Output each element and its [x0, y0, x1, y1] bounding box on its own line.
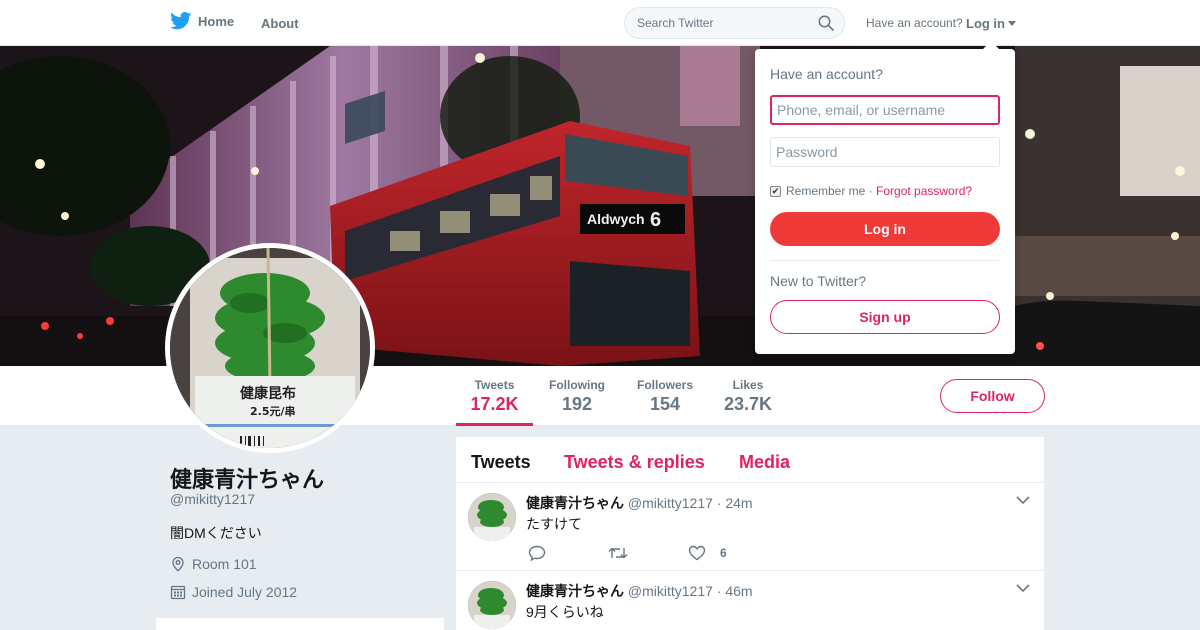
tweet-author-name[interactable]: 健康青汁ちゃん — [526, 495, 624, 511]
reply-icon — [528, 545, 546, 561]
tweet-item[interactable]: 健康青汁ちゃん @mikitty1217 · 46m 9月くらいね — [456, 571, 1044, 630]
signup-button[interactable]: Sign up — [770, 300, 1000, 334]
profile-avatar[interactable]: 健康昆布 2.5元/串 — [165, 243, 375, 453]
login-dropdown-toggle[interactable]: Log in — [966, 16, 1016, 31]
profile-display-name[interactable]: 健康青汁ちゃん — [170, 462, 324, 494]
nav-home-label: Home — [198, 13, 235, 29]
top-navigation-bar: Home About Have an account? Log in — [0, 0, 1200, 46]
stat-followers[interactable]: Followers 154 — [633, 378, 697, 415]
twitter-bird-icon — [170, 12, 192, 30]
tweet-actions: 6 — [528, 545, 768, 561]
avatar-price-label: 2.5元/串 — [250, 404, 296, 418]
avatar-product-label: 健康昆布 — [240, 385, 296, 402]
sidebar-card — [156, 618, 444, 630]
tweet-timeline: Tweets Tweets & replies Media 健康青汁ちゃん @m… — [456, 437, 1044, 630]
tweet-avatar-photo — [468, 581, 516, 629]
tweet-timestamp[interactable]: · 24m — [717, 495, 753, 511]
tweet-author-handle[interactable]: @mikitty1217 — [628, 583, 713, 599]
stat-value: 23.7K — [723, 394, 773, 414]
remember-me-checkbox[interactable]: ✔ — [770, 185, 781, 197]
have-account-text: Have an account? — [866, 16, 963, 30]
reply-button[interactable] — [528, 545, 608, 561]
profile-location-text: Room 101 — [192, 556, 257, 572]
like-button[interactable]: 6 — [688, 545, 768, 561]
stat-value: 154 — [649, 394, 681, 414]
search-box — [624, 7, 845, 39]
separator-dot: · — [865, 184, 877, 198]
like-count: 6 — [720, 546, 727, 560]
tweet-header: 健康青汁ちゃん @mikitty1217 · 24m — [526, 493, 753, 513]
retweet-icon — [608, 547, 628, 559]
dropdown-title: Have an account? — [770, 66, 883, 82]
username-field[interactable] — [770, 95, 1000, 125]
tweet-header: 健康青汁ちゃん @mikitty1217 · 46m — [526, 581, 753, 601]
tweet-author-name[interactable]: 健康青汁ちゃん — [526, 583, 624, 599]
stat-label: Following — [549, 378, 605, 392]
tweet-avatar-photo — [468, 493, 516, 541]
profile-bio: 闇DMください — [170, 525, 262, 541]
tweet-avatar[interactable] — [468, 581, 516, 629]
heart-icon — [688, 545, 706, 561]
follow-button[interactable]: Follow — [940, 379, 1045, 413]
location-pin-icon — [172, 556, 184, 572]
search-input[interactable] — [637, 16, 807, 30]
calendar-icon — [170, 585, 186, 600]
profile-joined-text: Joined July 2012 — [192, 584, 298, 600]
dropdown-divider — [770, 260, 1000, 261]
tab-media[interactable]: Media — [739, 452, 790, 473]
stat-label: Followers — [636, 378, 693, 392]
login-link-label: Log in — [966, 16, 1005, 31]
search-icon[interactable] — [818, 15, 834, 31]
login-button[interactable]: Log in — [770, 212, 1000, 246]
tweet-text: 9月くらいね — [526, 604, 604, 620]
bus-route-number: 6 — [650, 209, 661, 231]
login-dropdown: Have an account? ✔ Remember me · Forgot … — [755, 41, 1015, 354]
nav-about-link[interactable]: About — [261, 16, 299, 31]
retweet-button[interactable] — [608, 546, 688, 560]
remember-me-row: ✔ Remember me · Forgot password? — [770, 184, 972, 198]
tab-tweets[interactable]: Tweets — [471, 452, 531, 473]
stat-likes[interactable]: Likes 23.7K — [722, 378, 774, 415]
password-field[interactable] — [770, 137, 1000, 167]
timeline-tabs: Tweets Tweets & replies Media — [456, 437, 1044, 483]
chevron-down-icon[interactable] — [1016, 583, 1030, 593]
tweet-author-handle[interactable]: @mikitty1217 — [628, 495, 713, 511]
chevron-down-icon[interactable] — [1016, 495, 1030, 505]
caret-down-icon — [1008, 21, 1016, 26]
bus-destination-sign: Aldwych — [587, 211, 645, 227]
tab-tweets-and-replies[interactable]: Tweets & replies — [564, 452, 705, 473]
tweet-text: たすけて — [526, 516, 582, 532]
avatar-photo: 健康昆布 2.5元/串 — [170, 248, 370, 448]
tweet-avatar[interactable] — [468, 493, 516, 541]
tweet-item[interactable]: 健康青汁ちゃん @mikitty1217 · 24m たすけて 6 — [456, 483, 1044, 571]
profile-location: Room 101 — [170, 556, 257, 572]
stat-label: Likes — [732, 378, 764, 392]
stat-value: 192 — [561, 394, 593, 414]
stat-label: Tweets — [474, 378, 515, 392]
profile-joined-date: Joined July 2012 — [170, 584, 297, 600]
nav-home-link[interactable]: Home — [170, 12, 234, 30]
stat-following[interactable]: Following 192 — [546, 378, 608, 415]
remember-me-label[interactable]: Remember me — [786, 184, 865, 198]
new-to-twitter-text: New to Twitter? — [770, 273, 867, 289]
forgot-password-link[interactable]: Forgot password? — [876, 184, 972, 198]
stat-value: 17.2K — [470, 394, 519, 414]
profile-handle[interactable]: @mikitty1217 — [170, 491, 255, 507]
tweet-timestamp[interactable]: · 46m — [717, 583, 753, 599]
stat-tweets[interactable]: Tweets 17.2K — [456, 378, 533, 426]
dropdown-arrow — [983, 41, 999, 49]
